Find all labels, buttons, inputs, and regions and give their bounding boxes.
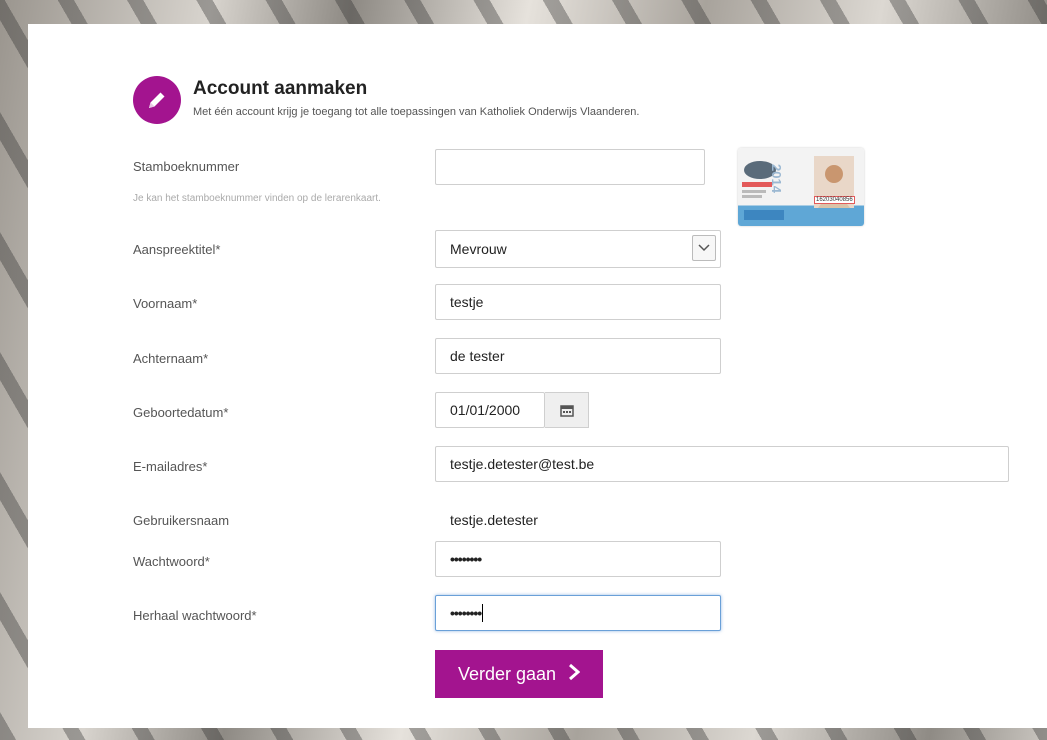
achternaam-input[interactable]: de tester xyxy=(435,338,721,374)
gebruikersnaam-value: testje.detester xyxy=(450,512,538,528)
herhaal-wachtwoord-input[interactable]: •••••••• xyxy=(435,595,721,631)
wachtwoord-label: Wachtwoord* xyxy=(133,554,210,569)
aanspreektitel-select[interactable]: Mevrouw xyxy=(435,230,721,268)
text-cursor xyxy=(482,604,484,622)
email-input[interactable]: testje.detester@test.be xyxy=(435,446,1009,482)
aanspreektitel-label: Aanspreektitel* xyxy=(133,242,221,257)
herhaal-wachtwoord-label: Herhaal wachtwoord* xyxy=(133,608,257,623)
wachtwoord-input[interactable]: •••••••• xyxy=(435,541,721,577)
chevron-right-icon xyxy=(568,663,581,686)
achternaam-label: Achternaam* xyxy=(133,351,209,366)
herhaal-wachtwoord-value: •••••••• xyxy=(450,605,482,621)
page-subtitle: Met één account krijg je toegang tot all… xyxy=(193,106,640,118)
wachtwoord-value: •••••••• xyxy=(450,551,482,567)
verder-gaan-button[interactable]: Verder gaan xyxy=(435,650,603,698)
email-label: E-mailadres* xyxy=(133,459,208,474)
stamboeknummer-label: Stamboeknummer xyxy=(133,159,240,174)
voornaam-input[interactable]: testje xyxy=(435,284,721,320)
chevron-down-icon[interactable] xyxy=(692,235,716,261)
stamboeknummer-hint: Je kan het stamboeknummer vinden op de l… xyxy=(133,193,381,204)
stamboeknummer-input[interactable] xyxy=(435,149,705,185)
lerarenkaart-year: 2014 xyxy=(769,164,784,193)
pencil-icon xyxy=(133,76,181,124)
voornaam-label: Voornaam* xyxy=(133,296,198,311)
aanspreektitel-value: Mevrouw xyxy=(450,241,507,257)
lerarenkaart-image: 2014 16203040856 xyxy=(738,148,864,226)
lerarenkaart-number: 16203040856 xyxy=(814,196,855,204)
geboortedatum-label: Geboortedatum* xyxy=(133,405,229,420)
calendar-icon[interactable] xyxy=(545,392,589,428)
form-card: Account aanmaken Met één account krijg j… xyxy=(28,24,1047,728)
verder-gaan-label: Verder gaan xyxy=(457,663,557,684)
geboortedatum-input[interactable]: 01/01/2000 xyxy=(435,392,545,428)
page-title: Account aanmaken xyxy=(193,78,368,99)
gebruikersnaam-label: Gebruikersnaam xyxy=(133,513,230,528)
